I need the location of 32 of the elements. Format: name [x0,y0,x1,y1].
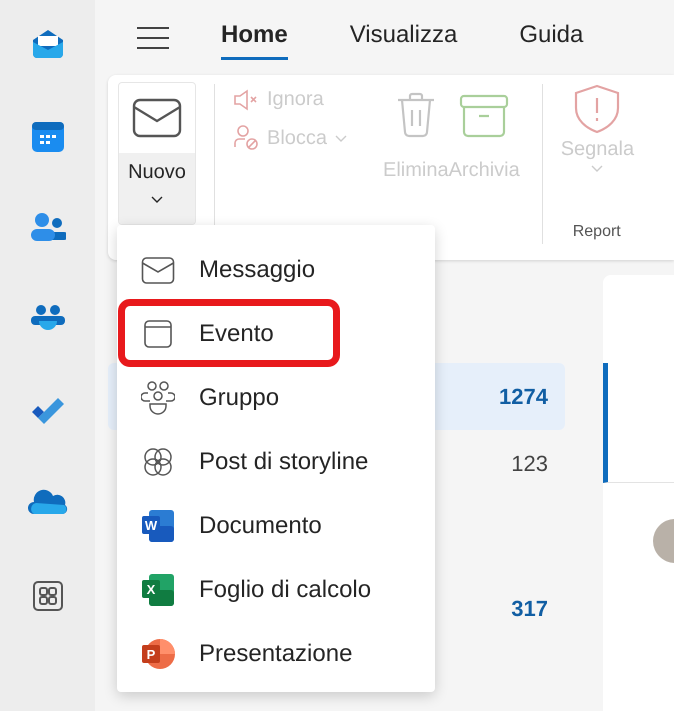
people-group-icon [141,381,175,415]
apps-icon[interactable] [32,580,64,612]
cloud-app-icon[interactable] [28,488,68,514]
ribbon-tab[interactable]: Visualizza [350,21,458,60]
ribbon-tab[interactable]: Guida [519,21,584,60]
people-app-icon[interactable] [30,212,66,242]
envelope-icon [132,98,182,138]
menu-item[interactable]: Evento [117,302,435,366]
chevron-down-icon [591,165,604,172]
menu-item[interactable]: Gruppo [117,366,435,430]
new-button[interactable]: Nuovo [118,82,196,225]
person-blocked-icon [233,125,259,151]
trash-icon [396,92,436,138]
menu-item[interactable]: X Foglio di calcolo [117,558,435,622]
shield-warning-icon [574,84,620,134]
unread-count: 1274 [499,384,548,410]
menu-item[interactable]: Messaggio [117,238,435,302]
chevron-down-icon [151,196,163,203]
chevron-down-icon [335,134,348,142]
archive-box-icon [459,94,510,138]
ribbon-tab[interactable]: Home [221,21,288,60]
menu-item[interactable]: P Presentazione [117,622,435,686]
menu-item[interactable]: Post di storyline [117,430,435,494]
menu-icon[interactable] [137,26,169,48]
speaker-muted-icon [233,88,259,110]
message-item[interactable] [603,363,674,483]
menu-item[interactable]: W Documento [117,494,435,558]
checkmark-app-icon[interactable] [30,396,66,424]
group-label: Report [572,223,621,241]
calendar-icon [141,320,175,348]
calendar-app-icon[interactable] [30,120,64,154]
envelope-icon [141,256,175,284]
